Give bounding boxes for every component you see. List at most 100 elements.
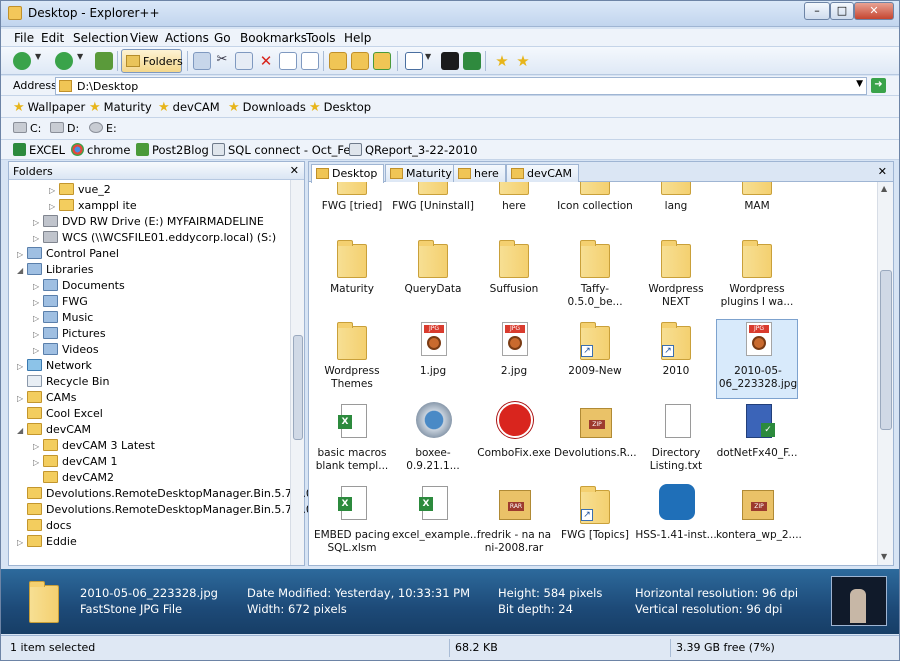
file-item[interactable]: Icon collection xyxy=(554,182,636,235)
forward-dropdown-icon[interactable]: ▼ xyxy=(77,52,87,70)
file-item[interactable]: Wordpress plugins I wa... xyxy=(716,238,798,318)
app-post2blog[interactable]: Post2Blog xyxy=(136,143,209,157)
file-item[interactable]: RAR fredrik - na na ni-2008.rar xyxy=(473,484,555,564)
file-item[interactable]: ✓ dotNetFx40_F... xyxy=(716,402,798,482)
file-item[interactable]: Suffusion xyxy=(473,238,555,318)
tree-node-dvd-drive[interactable]: ▷ DVD RW Drive (E:) MYFAIRMADELINE xyxy=(33,215,264,231)
tree-node-network-drive[interactable]: ▷ WCS (\\WCSFILE01.eddycorp.local) (S:) xyxy=(33,231,276,247)
tree-node-music[interactable]: ▷ Music xyxy=(33,311,93,327)
tab-desktop[interactable]: Desktop xyxy=(311,164,385,183)
back-icon[interactable] xyxy=(13,52,31,70)
file-item[interactable]: ZIP kontera_wp_2.... xyxy=(716,484,802,564)
file-item-selected[interactable]: JPG 2010-05-06_223328.jpg xyxy=(716,319,798,399)
tree-node-recycle-bin[interactable]: Recycle Bin xyxy=(17,375,109,391)
tree-node-documents[interactable]: ▷ Documents xyxy=(33,279,125,295)
file-item[interactable]: ↗ FWG [Topics] xyxy=(554,484,636,564)
file-item[interactable]: here xyxy=(473,182,555,235)
file-item[interactable]: JPG 2.jpg xyxy=(473,320,555,400)
close-icon[interactable]: ✕ xyxy=(290,164,299,177)
file-item[interactable]: Xexcel_example... xyxy=(392,484,480,564)
tree-node-fwg[interactable]: ▷ FWG xyxy=(33,295,88,311)
search-icon[interactable] xyxy=(301,52,319,70)
tree-node-control-panel[interactable]: ▷ Control Panel xyxy=(17,247,119,263)
add-bookmark-icon[interactable]: ★ xyxy=(493,52,511,70)
views-dropdown-icon[interactable]: ▼ xyxy=(425,52,435,70)
bookmark-wallpaper[interactable]: ★ Wallpaper xyxy=(13,100,85,115)
file-item[interactable]: QueryData xyxy=(392,238,474,318)
menu-file[interactable]: File xyxy=(14,31,34,45)
tree-node-libraries[interactable]: ◢ Libraries xyxy=(17,263,94,279)
file-item[interactable]: ↗ 2010 xyxy=(635,320,717,400)
tree-node-vue-2[interactable]: ▷ vue_2 xyxy=(49,183,111,199)
maximize-button[interactable]: □ xyxy=(830,2,854,20)
file-item[interactable]: Maturity xyxy=(311,238,393,318)
tab-maturity[interactable]: Maturity xyxy=(385,164,459,182)
bookmarks-icon[interactable]: ★ xyxy=(514,52,532,70)
go-arrow-icon[interactable]: ➜ xyxy=(871,78,886,93)
tree-node-devolutions[interactable]: Devolutions.RemoteDesktopManager.Bin.5.7… xyxy=(17,487,313,503)
file-item[interactable]: X EMBED pacing SQL.xlsm xyxy=(311,484,393,564)
menu-bookmarks[interactable]: Bookmarks xyxy=(240,31,307,45)
paste-icon[interactable] xyxy=(235,52,253,70)
copy-to-icon[interactable] xyxy=(193,52,211,70)
close-button[interactable]: ✕ xyxy=(854,2,894,20)
menu-actions[interactable]: Actions xyxy=(165,31,209,45)
tree-node-devcam-3-latest[interactable]: ▷ devCAM 3 Latest xyxy=(33,439,155,455)
file-item[interactable]: Directory Listing.txt xyxy=(635,402,717,482)
tree-node-devcam[interactable]: ◢ devCAM xyxy=(17,423,91,439)
back-dropdown-icon[interactable]: ▼ xyxy=(35,52,45,70)
refresh-icon[interactable] xyxy=(463,52,481,70)
cut-icon[interactable]: ✂ xyxy=(213,52,231,70)
drive-d[interactable]: D: xyxy=(50,122,79,135)
tree-scrollbar[interactable] xyxy=(290,180,304,565)
file-item[interactable]: Wordpress NEXT xyxy=(635,238,717,318)
bookmark-devcam[interactable]: ★ devCAM xyxy=(158,100,220,115)
file-item[interactable]: JPG 1.jpg xyxy=(392,320,474,400)
tab-here[interactable]: here xyxy=(453,164,506,182)
app-sql-connect[interactable]: SQL connect - Oct_Feb xyxy=(212,143,358,157)
app-qreport[interactable]: QReport_3-22-2010 xyxy=(349,143,477,157)
file-list-scrollbar[interactable]: ▲ ▼ xyxy=(877,182,893,565)
file-item[interactable]: Wordpress Themes xyxy=(311,320,393,400)
copy-to-folder-icon[interactable] xyxy=(351,52,369,70)
tree-node-network[interactable]: ▷ Network xyxy=(17,359,92,375)
tree-node-videos[interactable]: ▷ Videos xyxy=(33,343,99,359)
scroll-down-icon[interactable]: ▼ xyxy=(881,552,887,561)
file-item[interactable]: FWG [Uninstall] xyxy=(392,182,474,235)
scroll-up-icon[interactable]: ▲ xyxy=(881,184,887,193)
scroll-thumb[interactable] xyxy=(293,335,303,440)
views-icon[interactable] xyxy=(405,52,423,70)
forward-icon[interactable] xyxy=(55,52,73,70)
tree-node-xampplite[interactable]: ▷ xamppl ite xyxy=(49,199,137,215)
app-excel[interactable]: EXCEL xyxy=(13,143,65,157)
tree-node-eddie[interactable]: ▷ Eddie xyxy=(17,535,77,551)
file-item[interactable]: ZIP Devolutions.R... xyxy=(554,402,637,482)
file-item[interactable]: Xbasic macros blank templ... xyxy=(311,402,393,482)
bookmark-maturity[interactable]: ★ Maturity xyxy=(89,100,152,115)
tree-node-devcam-1[interactable]: ▷ devCAM 1 xyxy=(33,455,117,471)
file-item[interactable]: ComboFix.exe xyxy=(473,402,555,482)
folders-button[interactable]: Folders xyxy=(121,49,183,73)
tree-node-docs[interactable]: docs xyxy=(17,519,72,535)
close-tab-icon[interactable]: ✕ xyxy=(878,165,887,178)
file-item[interactable]: FWG [tried] xyxy=(311,182,393,235)
properties-icon[interactable] xyxy=(279,52,297,70)
tree-node-devcam2[interactable]: devCAM2 xyxy=(33,471,114,487)
menu-help[interactable]: Help xyxy=(344,31,371,45)
menu-go[interactable]: Go xyxy=(214,31,231,45)
tree-node-devolutions-zip[interactable]: Devolutions.RemoteDesktopManager.Bin.5.7… xyxy=(17,503,332,519)
bookmark-desktop[interactable]: ★ Desktop xyxy=(309,100,371,115)
delete-icon[interactable]: ✕ xyxy=(257,52,275,70)
new-folder-icon[interactable] xyxy=(329,52,347,70)
file-item[interactable]: lang xyxy=(635,182,717,235)
menu-tools[interactable]: Tools xyxy=(306,31,336,45)
drive-e[interactable]: E: xyxy=(89,122,117,135)
tab-devcam[interactable]: devCAM xyxy=(506,164,579,182)
tree-node-cool-excel[interactable]: Cool Excel xyxy=(17,407,103,423)
menu-edit[interactable]: Edit xyxy=(41,31,64,45)
file-item[interactable]: HSS-1.41-inst... xyxy=(635,484,717,564)
address-input[interactable]: D:\Desktop ▼ xyxy=(55,77,867,95)
chevron-down-icon[interactable]: ▼ xyxy=(856,79,863,89)
file-item[interactable]: Taffy-0.5.0_be... xyxy=(554,238,636,318)
bookmark-downloads[interactable]: ★ Downloads xyxy=(228,100,306,115)
